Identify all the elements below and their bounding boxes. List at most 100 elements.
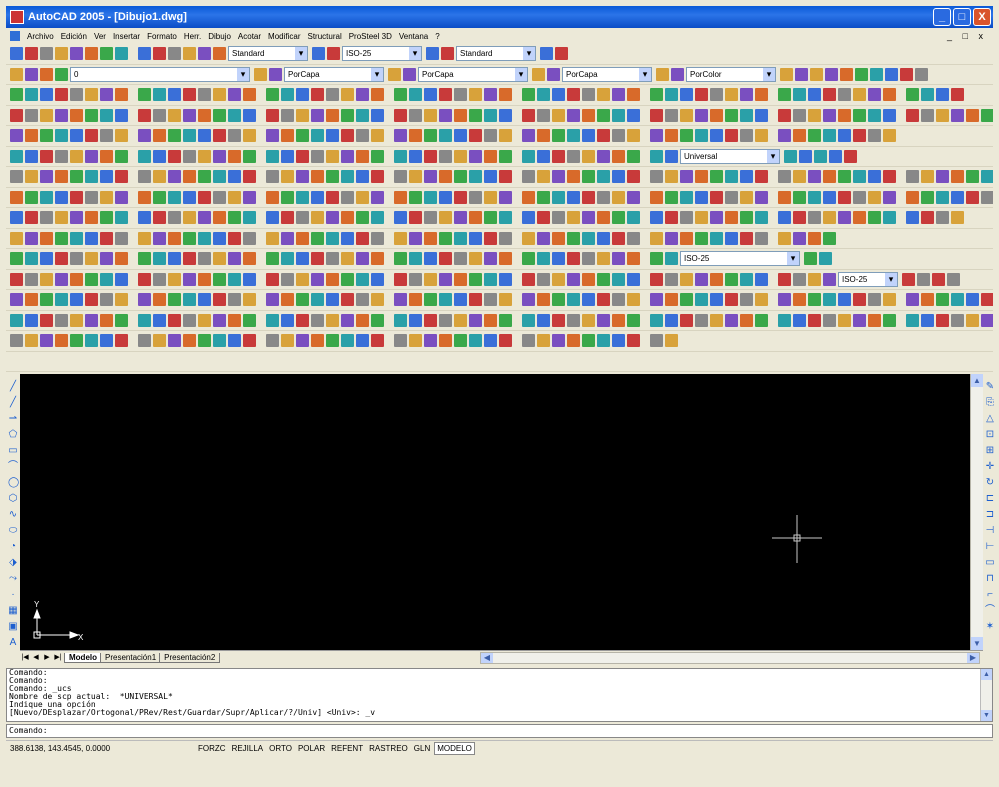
toolbar-button[interactable] [469, 334, 482, 348]
toolbar-button[interactable] [740, 108, 753, 122]
toolbar-button[interactable] [168, 293, 181, 307]
toolbar-button[interactable] [100, 211, 113, 225]
toolbar-button[interactable] [484, 272, 497, 286]
toolbar-button[interactable] [793, 170, 806, 184]
toolbar-button[interactable] [439, 108, 452, 122]
toolbar-button[interactable] [612, 149, 625, 163]
toolbar-button[interactable] [281, 293, 294, 307]
toolbar-button[interactable] [484, 252, 497, 266]
toolbar-button[interactable] [153, 108, 166, 122]
toolbar-button[interactable] [409, 293, 422, 307]
toolbar-button[interactable] [906, 108, 919, 122]
toolbar-button[interactable] [552, 108, 565, 122]
toolbar-button[interactable] [921, 108, 934, 122]
toolbar-button[interactable] [10, 313, 23, 327]
toolbar-button[interactable] [612, 293, 625, 307]
toolbar-button[interactable] [740, 272, 753, 286]
toolbar-button[interactable] [40, 272, 53, 286]
toolbar-button[interactable] [10, 231, 23, 245]
toolbar-button[interactable] [10, 272, 23, 286]
toolbar-button[interactable] [296, 231, 309, 245]
toolbar-button[interactable] [755, 190, 768, 204]
toolbar-button[interactable] [825, 67, 838, 81]
toolbar-button[interactable] [213, 170, 226, 184]
tab-presentacion1[interactable]: Presentación1 [100, 652, 162, 663]
toolbar-button[interactable] [168, 252, 181, 266]
minimize-button[interactable]: _ [933, 8, 951, 26]
toolbar-button[interactable] [883, 293, 896, 307]
toolbar-button[interactable] [680, 231, 693, 245]
toolbar-button[interactable] [665, 88, 678, 102]
combo-text-style[interactable]: Standard [228, 46, 308, 62]
modify-tool-icon[interactable]: ⊓ [985, 574, 995, 584]
toolbar-button[interactable] [936, 108, 949, 122]
toolbar-button[interactable] [326, 252, 339, 266]
toolbar-button[interactable] [597, 293, 610, 307]
toolbar-button[interactable] [951, 170, 964, 184]
toolbar-button[interactable] [100, 129, 113, 143]
toolbar-button[interactable] [900, 67, 913, 81]
modify-tool-icon[interactable]: ✶ [985, 622, 995, 632]
toolbar-button[interactable] [582, 211, 595, 225]
toolbar-button[interactable] [522, 190, 535, 204]
toolbar-button[interactable] [627, 252, 640, 266]
toolbar-button[interactable] [582, 170, 595, 184]
toolbar-button[interactable] [326, 108, 339, 122]
toolbar-button[interactable] [552, 231, 565, 245]
toolbar-button[interactable] [612, 272, 625, 286]
toolbar-button[interactable] [356, 88, 369, 102]
toolbar-button[interactable] [409, 129, 422, 143]
toolbar-button[interactable] [522, 149, 535, 163]
toolbar-button[interactable] [153, 272, 166, 286]
toolbar-button[interactable] [755, 211, 768, 225]
toolbar-button[interactable] [228, 108, 241, 122]
toolbar-button[interactable] [627, 231, 640, 245]
toolbar-button[interactable] [85, 272, 98, 286]
toolbar-button[interactable] [883, 108, 896, 122]
toolbar-button[interactable] [394, 293, 407, 307]
toolbar-button[interactable] [454, 149, 467, 163]
toolbar-button[interactable] [680, 293, 693, 307]
toolbar-button[interactable] [296, 88, 309, 102]
toolbar-button[interactable] [266, 129, 279, 143]
coordinates-readout[interactable]: 388.6138, 143.4545, 0.0000 [6, 744, 196, 753]
toolbar-button[interactable] [341, 190, 354, 204]
toolbar-button[interactable] [198, 334, 211, 348]
toolbar-button[interactable] [394, 272, 407, 286]
toolbar-button[interactable] [853, 211, 866, 225]
toolbar-button[interactable] [537, 231, 550, 245]
toolbar-button[interactable] [612, 334, 625, 348]
toolbar-button[interactable] [778, 170, 791, 184]
toolbar-button[interactable] [266, 190, 279, 204]
toolbar-button[interactable] [25, 170, 38, 184]
toolbar-button[interactable] [454, 272, 467, 286]
toolbar-button[interactable] [100, 47, 113, 61]
toolbar-button[interactable] [537, 293, 550, 307]
toolbar-button[interactable] [650, 334, 663, 348]
toolbar-button[interactable] [567, 252, 580, 266]
toolbar-button[interactable] [855, 67, 868, 81]
modify-tool-icon[interactable]: ⌒ [985, 606, 995, 616]
menu-modificar[interactable]: Modificar [268, 32, 300, 41]
toolbar-button[interactable] [469, 108, 482, 122]
toolbar-button[interactable] [947, 272, 960, 286]
toolbar-button[interactable] [341, 231, 354, 245]
toolbar-button[interactable] [341, 170, 354, 184]
toolbar-button[interactable] [778, 129, 791, 143]
toolbar-button[interactable] [612, 129, 625, 143]
tab-modelo[interactable]: Modelo [64, 652, 102, 663]
draw-tool-icon[interactable]: ⌒ [8, 462, 18, 472]
toolbar-button[interactable] [808, 88, 821, 102]
toolbar-button[interactable] [183, 313, 196, 327]
toolbar-button[interactable] [296, 149, 309, 163]
toolbar-button[interactable] [55, 334, 68, 348]
toolbar-button[interactable] [198, 88, 211, 102]
toolbar-button[interactable] [710, 88, 723, 102]
toolbar-button[interactable] [597, 108, 610, 122]
toolbar-button[interactable] [183, 334, 196, 348]
toolbar-button[interactable] [740, 293, 753, 307]
toolbar-button[interactable] [778, 108, 791, 122]
combo-color[interactable]: PorCapa [284, 66, 384, 82]
toolbar-button[interactable] [138, 313, 151, 327]
toolbar-button[interactable] [85, 149, 98, 163]
